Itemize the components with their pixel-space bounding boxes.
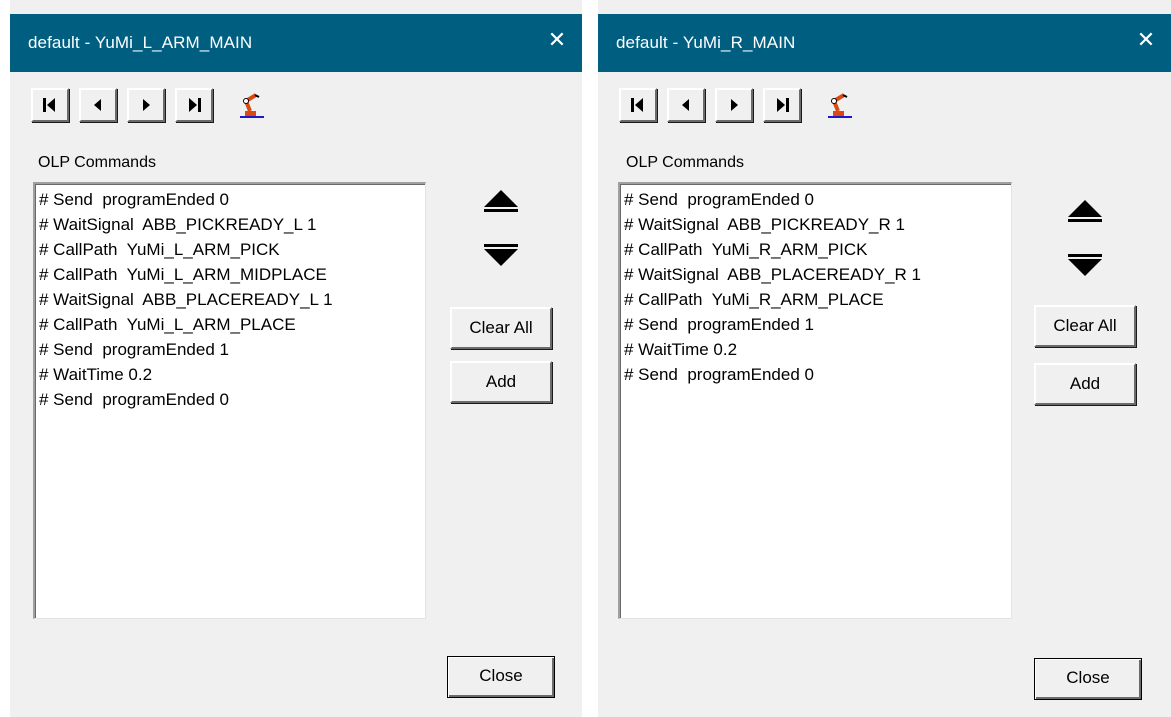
robot-button[interactable] xyxy=(233,86,269,122)
move-down-button[interactable] xyxy=(1062,246,1108,286)
robot-arm-icon xyxy=(240,93,264,118)
arrow-down-icon xyxy=(484,244,518,266)
first-icon xyxy=(43,98,55,112)
last-button[interactable] xyxy=(763,88,801,122)
robot-button[interactable] xyxy=(821,86,857,122)
list-item[interactable]: # Send programEnded 0 xyxy=(624,187,1007,212)
title-bar[interactable]: default - YuMi_R_MAIN ✕ xyxy=(598,14,1171,72)
robot-arm-icon xyxy=(828,93,852,118)
olp-commands-list[interactable]: # Send programEnded 0 # WaitSignal ABB_P… xyxy=(33,182,426,619)
clear-all-button[interactable]: Clear All xyxy=(1034,305,1136,347)
list-item[interactable]: # WaitTime 0.2 xyxy=(624,337,1007,362)
title-bar[interactable]: default - YuMi_L_ARM_MAIN ✕ xyxy=(10,14,582,72)
list-item[interactable]: # CallPath YuMi_L_ARM_PLACE xyxy=(39,312,421,337)
list-item[interactable]: # WaitSignal ABB_PICKREADY_L 1 xyxy=(39,212,421,237)
list-item[interactable]: # Send programEnded 1 xyxy=(39,337,421,362)
list-item[interactable]: # CallPath YuMi_L_ARM_PICK xyxy=(39,237,421,262)
close-button[interactable]: Close xyxy=(447,656,555,698)
list-item[interactable]: # Send programEnded 0 xyxy=(39,387,421,412)
last-icon xyxy=(777,98,789,112)
list-item[interactable]: # CallPath YuMi_R_ARM_PLACE xyxy=(624,287,1007,312)
last-icon xyxy=(189,98,201,112)
previous-button[interactable] xyxy=(667,88,705,122)
close-button[interactable]: Close xyxy=(1034,658,1142,700)
clear-all-button[interactable]: Clear All xyxy=(450,307,552,349)
close-icon[interactable]: ✕ xyxy=(546,29,568,51)
previous-icon xyxy=(94,99,101,111)
list-item[interactable]: # Send programEnded 1 xyxy=(624,312,1007,337)
arrow-up-icon xyxy=(1068,200,1102,222)
next-button[interactable] xyxy=(715,88,753,122)
window-title: default - YuMi_L_ARM_MAIN xyxy=(28,33,253,52)
next-button[interactable] xyxy=(127,88,165,122)
first-button[interactable] xyxy=(619,88,657,122)
add-button[interactable]: Add xyxy=(1034,363,1136,405)
add-button[interactable]: Add xyxy=(450,361,552,403)
next-icon xyxy=(143,99,150,111)
first-button[interactable] xyxy=(31,88,69,122)
list-item[interactable]: # WaitSignal ABB_PICKREADY_R 1 xyxy=(624,212,1007,237)
olp-dialog-right: default - YuMi_R_MAIN ✕ OLP Commands # S… xyxy=(598,0,1171,717)
next-icon xyxy=(731,99,738,111)
list-item[interactable]: # WaitSignal ABB_PLACEREADY_R 1 xyxy=(624,262,1007,287)
window-title: default - YuMi_R_MAIN xyxy=(616,33,796,52)
olp-dialog-left: default - YuMi_L_ARM_MAIN ✕ OLP Commands… xyxy=(10,0,582,717)
close-icon[interactable]: ✕ xyxy=(1135,29,1157,51)
list-item[interactable]: # WaitTime 0.2 xyxy=(39,362,421,387)
move-down-button[interactable] xyxy=(478,236,524,276)
list-item[interactable]: # WaitSignal ABB_PLACEREADY_L 1 xyxy=(39,287,421,312)
list-item[interactable]: # CallPath YuMi_L_ARM_MIDPLACE xyxy=(39,262,421,287)
previous-icon xyxy=(682,99,689,111)
arrow-up-icon xyxy=(484,190,518,212)
list-item[interactable]: # Send programEnded 0 xyxy=(39,187,421,212)
first-icon xyxy=(631,98,643,112)
arrow-down-icon xyxy=(1068,254,1102,276)
list-item[interactable]: # Send programEnded 0 xyxy=(624,362,1007,387)
previous-button[interactable] xyxy=(79,88,117,122)
olp-commands-list[interactable]: # Send programEnded 0 # WaitSignal ABB_P… xyxy=(618,182,1012,619)
olp-commands-label: OLP Commands xyxy=(626,154,744,171)
move-up-button[interactable] xyxy=(478,180,524,220)
move-up-button[interactable] xyxy=(1062,190,1108,230)
list-item[interactable]: # CallPath YuMi_R_ARM_PICK xyxy=(624,237,1007,262)
olp-commands-label: OLP Commands xyxy=(38,154,156,171)
last-button[interactable] xyxy=(175,88,213,122)
